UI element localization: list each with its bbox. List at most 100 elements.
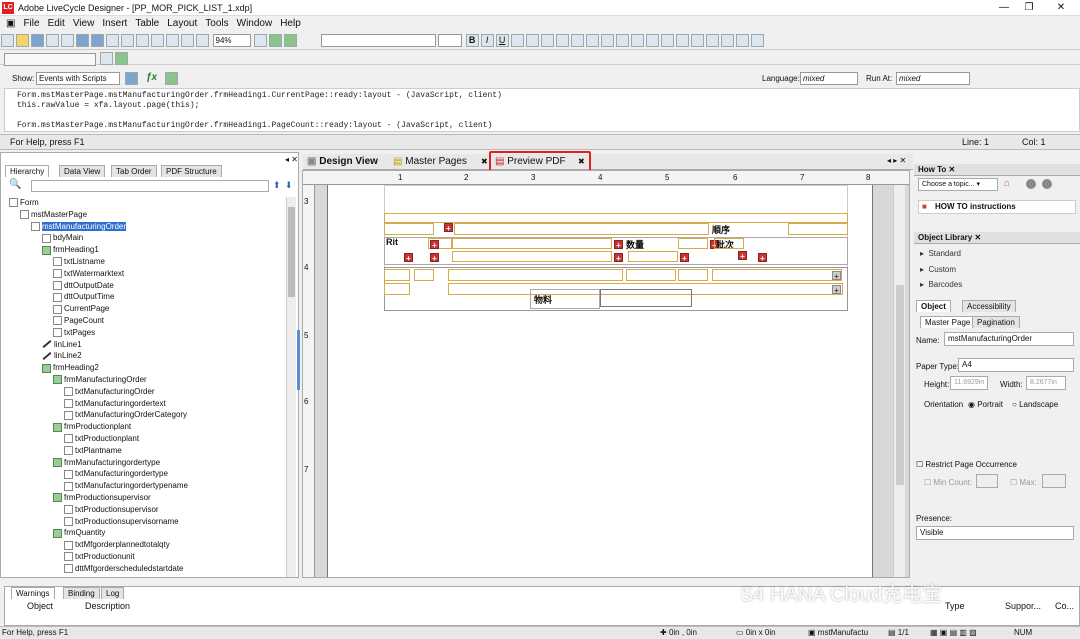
height-input[interactable]: 11.6929in <box>950 376 988 390</box>
page-icon[interactable] <box>166 34 179 47</box>
tree-item[interactable]: bdyMain <box>42 232 83 244</box>
group-icon[interactable] <box>645 34 659 47</box>
check-icon[interactable] <box>269 34 283 47</box>
fit-icon[interactable] <box>181 34 194 47</box>
arrange-icon[interactable] <box>99 52 113 65</box>
tree-item[interactable]: txtMfgorderplannedtotalqty <box>64 539 170 551</box>
forward-icon[interactable] <box>1042 179 1052 189</box>
align-center-icon[interactable] <box>525 34 539 47</box>
hierarchy-search-input[interactable] <box>31 180 269 192</box>
menu-tools[interactable]: Tools <box>201 16 232 31</box>
tab-design-view[interactable]: ▣ Design View <box>307 156 378 167</box>
wrap-icon[interactable] <box>735 34 749 47</box>
add-icon[interactable]: + <box>832 271 841 281</box>
tab-tab-order[interactable]: Tab Order <box>111 165 157 177</box>
tree-item[interactable]: linLine2 <box>42 350 82 362</box>
tree-item[interactable]: txtProductionsupervisorname <box>64 516 179 528</box>
close-tab-icon[interactable]: ✖ <box>481 157 488 166</box>
font-size-select[interactable] <box>438 34 463 47</box>
tab-hierarchy[interactable]: Hierarchy <box>5 165 50 177</box>
add-icon[interactable]: + <box>614 253 623 263</box>
tree-item[interactable]: frmProductionsupervisor <box>53 492 151 504</box>
tab-accessibility[interactable]: Accessibility <box>962 300 1016 312</box>
front-icon[interactable] <box>690 34 704 47</box>
width-input[interactable]: 8.2677in <box>1026 376 1066 390</box>
tree-item[interactable]: CurrentPage <box>53 303 109 315</box>
ungroup-icon[interactable] <box>660 34 674 47</box>
align-left-icon[interactable] <box>510 34 524 47</box>
canvas-scrollbar[interactable] <box>893 185 905 577</box>
close-icon[interactable]: ✕ <box>974 233 981 242</box>
tree-item[interactable]: PageCount <box>53 315 104 327</box>
menu-edit[interactable]: Edit <box>44 16 69 31</box>
italic-icon[interactable]: I <box>480 34 494 47</box>
tree-item[interactable]: txtManufacturingordertype <box>64 468 168 480</box>
menu-insert[interactable]: Insert <box>98 16 131 31</box>
tab-pagination[interactable]: Pagination <box>972 316 1020 328</box>
undo-icon[interactable] <box>76 34 89 47</box>
editor-nav-icon[interactable]: ◂ ▸ ✕ <box>887 156 906 165</box>
tree-item[interactable]: dttMfgorderscheduledstartdate <box>64 563 184 575</box>
check-script-icon[interactable] <box>165 72 178 85</box>
check-spelling-icon[interactable] <box>114 52 128 65</box>
library-item-standard[interactable]: ▸ Standard <box>920 249 961 258</box>
cut-icon[interactable] <box>61 34 74 47</box>
script-editor[interactable]: Form.mstMasterPage.mstManufacturingOrder… <box>4 88 1080 132</box>
justify-icon[interactable] <box>555 34 569 47</box>
column-description[interactable]: Description <box>85 601 130 611</box>
tree-item[interactable]: txtProductionplant <box>64 433 139 445</box>
tree-item[interactable]: frmHeading2 <box>42 362 99 374</box>
preview-icon[interactable] <box>284 34 298 47</box>
tree-item[interactable]: frmHeading1 <box>42 244 99 256</box>
tree-item[interactable]: linLine1 <box>42 339 82 351</box>
distribute-icon[interactable] <box>615 34 629 47</box>
show-select[interactable]: Events with Scripts <box>36 72 120 85</box>
tab-master-page[interactable]: Master Page <box>920 316 976 328</box>
find-icon[interactable] <box>106 34 119 47</box>
tree-item[interactable]: txtManufacturingOrderCategory <box>64 409 187 421</box>
library-item-barcodes[interactable]: ▸ Barcodes <box>920 280 962 289</box>
font-select[interactable] <box>320 34 436 47</box>
add-icon[interactable]: + <box>430 240 439 250</box>
tab-object[interactable]: Object <box>916 300 951 312</box>
size-icon[interactable] <box>675 34 689 47</box>
back-icon[interactable] <box>1026 179 1036 189</box>
tab-binding[interactable]: Binding <box>63 587 100 599</box>
landscape-radio[interactable]: ○ Landscape <box>1012 400 1058 409</box>
panel-menu-icon[interactable]: ◂ ✕ <box>285 155 298 164</box>
tree-item[interactable]: dttOutputDate <box>53 280 114 292</box>
column-type[interactable]: Type <box>945 601 965 611</box>
back-icon[interactable] <box>705 34 719 47</box>
name-input[interactable]: mstManufacturingOrder <box>944 332 1074 346</box>
topic-select[interactable]: Choose a topic... ▾ <box>918 178 998 191</box>
add-icon[interactable]: + <box>680 253 689 263</box>
how-to-link[interactable]: ■ HOW TO instructions <box>918 200 1076 214</box>
tree-item[interactable]: frmManufacturingordertype <box>53 457 160 469</box>
layout-icon[interactable] <box>630 34 644 47</box>
new-icon[interactable] <box>1 34 14 47</box>
redo-icon[interactable] <box>91 34 104 47</box>
zoom-out-icon[interactable] <box>196 34 209 47</box>
add-icon[interactable]: + <box>614 240 623 250</box>
align-bottom-icon[interactable] <box>600 34 614 47</box>
menu-help[interactable]: Help <box>276 16 305 31</box>
underline-icon[interactable]: U <box>495 34 509 47</box>
tree-item[interactable]: txtManufacturingordertext <box>64 398 166 410</box>
tree-item[interactable]: txtListname <box>53 256 105 268</box>
column-support[interactable]: Suppor... <box>1005 601 1041 611</box>
tree-item[interactable]: Form <box>9 197 39 209</box>
script-list-icon[interactable] <box>125 72 138 85</box>
tree-item[interactable]: mstMasterPage <box>20 209 87 221</box>
zoom-select[interactable]: 94% <box>212 34 251 47</box>
presence-select[interactable]: Visible <box>916 526 1074 540</box>
function-icon[interactable]: ƒx <box>146 72 157 83</box>
min-count-checkbox[interactable]: ☐ Min Count: <box>924 478 972 487</box>
tree-item[interactable]: txtProductionunit <box>64 551 135 563</box>
tree-item[interactable]: mstManufacturingOrder <box>31 221 127 233</box>
tab-pdf-structure[interactable]: PDF Structure <box>161 165 222 177</box>
tab-log[interactable]: Log <box>101 587 125 599</box>
menu-layout[interactable]: Layout <box>163 16 201 31</box>
tree-item[interactable]: frmManufacturingOrder <box>53 374 147 386</box>
tab-data-view[interactable]: Data View <box>59 165 106 177</box>
align-right-icon[interactable] <box>540 34 554 47</box>
